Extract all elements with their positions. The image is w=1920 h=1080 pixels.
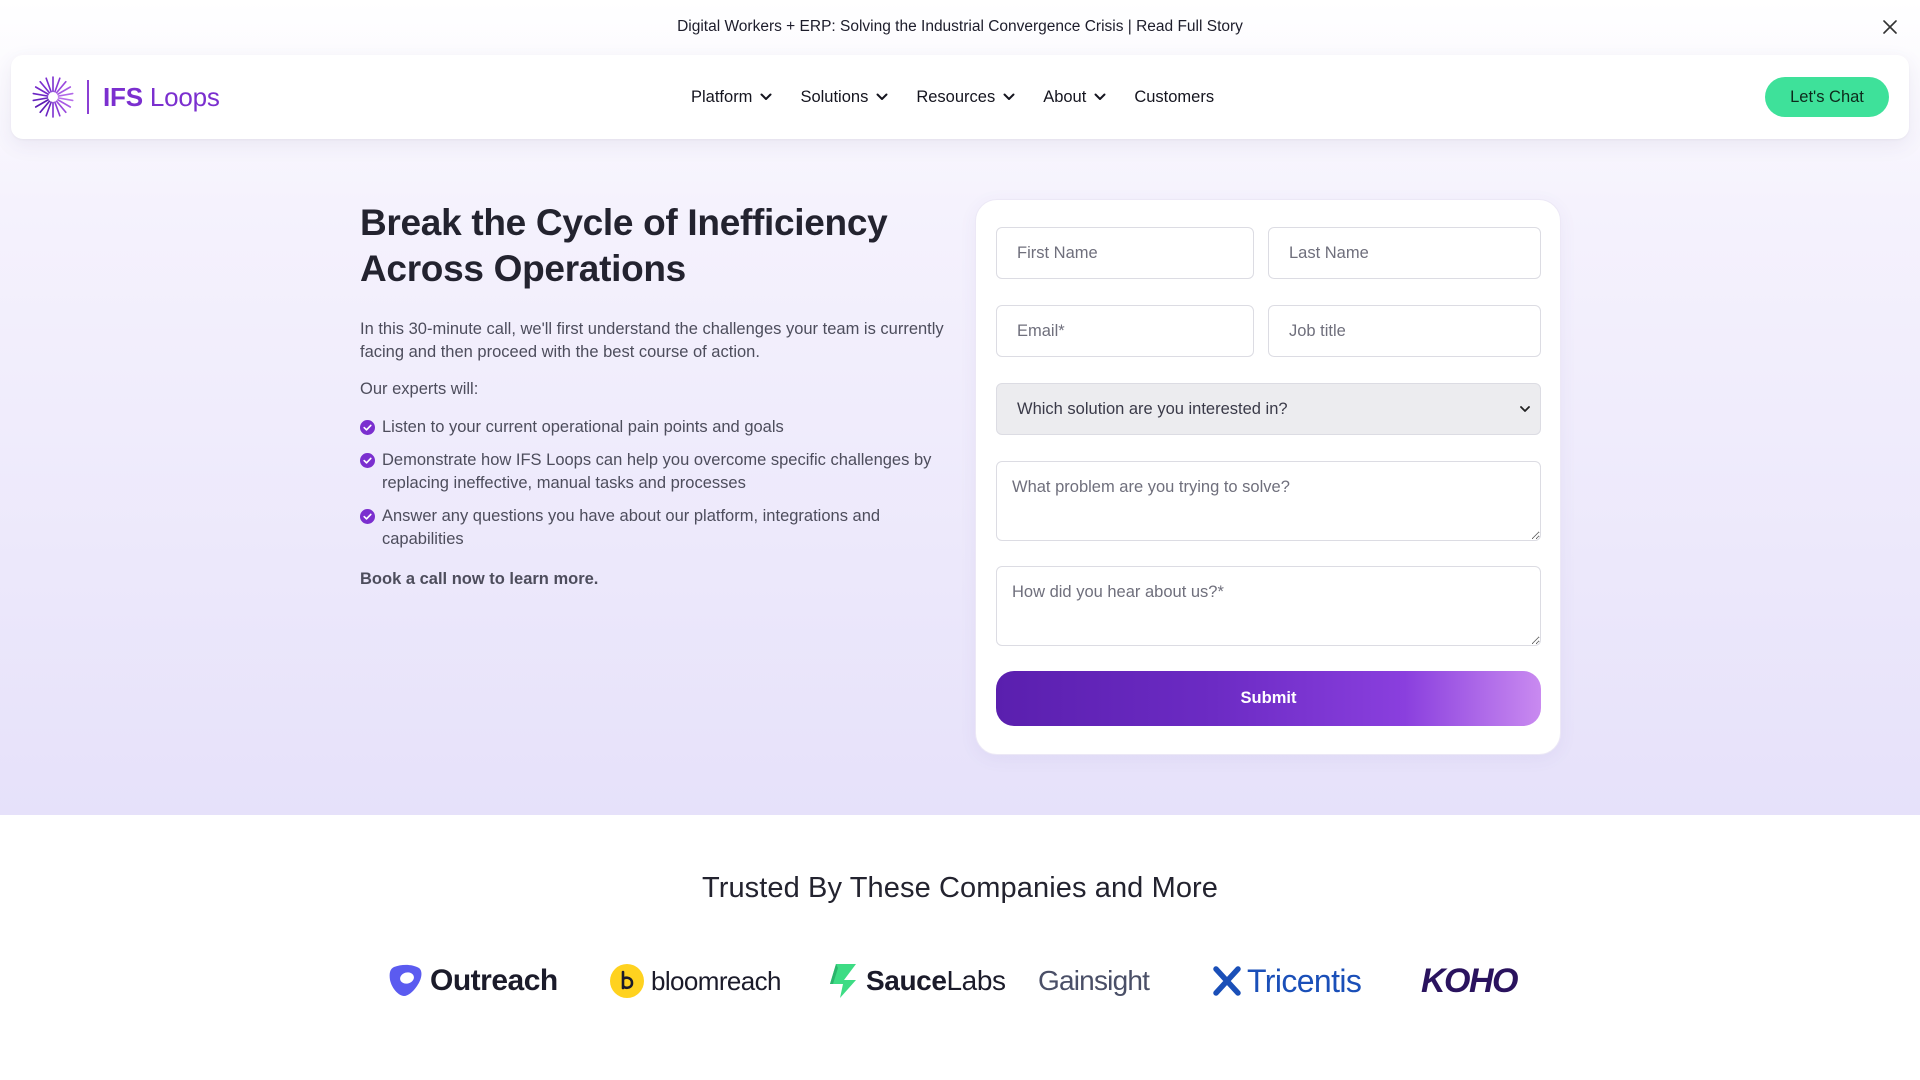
- logo-wordmark: IFS Loops: [103, 81, 220, 112]
- check-circle-icon: [360, 509, 375, 524]
- chevron-down-icon: [760, 93, 772, 100]
- close-icon[interactable]: [1876, 13, 1904, 41]
- bloomreach-logo: bloomreach: [609, 958, 781, 1004]
- nav-menu: Platform Solutions Resources About Custo…: [691, 55, 1214, 139]
- contact-form-card: Which solution are you interested in? Su…: [975, 199, 1561, 755]
- chevron-down-icon: [1094, 93, 1106, 100]
- chevron-down-icon: [1520, 405, 1530, 412]
- page-title: Break the Cycle of Inefficiency Across O…: [360, 202, 888, 289]
- bloomreach-b-icon: [610, 964, 644, 998]
- nav-item-solutions[interactable]: Solutions: [800, 88, 888, 107]
- nav-item-customers[interactable]: Customers: [1134, 88, 1214, 107]
- koho-logo: KOHO: [1421, 961, 1519, 1000]
- lets-chat-button[interactable]: Let's Chat: [1765, 77, 1889, 117]
- logo-divider: [87, 80, 89, 114]
- tricentis-x-icon: [1213, 966, 1241, 996]
- outreach-logo: Outreach: [388, 958, 558, 1004]
- customer-logos: Outreach bloomreach SauceLabs Gainsight …: [0, 958, 1920, 1004]
- list-item: Demonstrate how IFS Loops can help you o…: [360, 449, 950, 495]
- email-field[interactable]: [996, 305, 1254, 357]
- solution-select-value: Which solution are you interested in?: [1017, 399, 1288, 418]
- check-circle-icon: [360, 453, 375, 468]
- hear-about-us-textarea[interactable]: [996, 566, 1541, 646]
- first-name-field[interactable]: [996, 227, 1254, 279]
- ifs-loops-logo[interactable]: IFS Loops: [31, 73, 220, 121]
- chevron-down-icon: [876, 93, 888, 100]
- job-title-field[interactable]: [1268, 305, 1541, 357]
- nav-item-about[interactable]: About: [1043, 88, 1106, 107]
- hero-intro: In this 30-minute call, we'll first unde…: [360, 320, 944, 361]
- solution-select[interactable]: Which solution are you interested in?: [996, 383, 1541, 435]
- book-call-text: Book a call now to learn more.: [360, 570, 599, 588]
- loops-burst-icon: [32, 76, 74, 118]
- announcement-bar: Digital Workers + ERP: Solving the Indus…: [0, 0, 1920, 54]
- hero-content: Break the Cycle of Inefficiency Across O…: [360, 200, 950, 589]
- experts-label: Our experts will:: [360, 380, 479, 398]
- announcement-text[interactable]: Digital Workers + ERP: Solving the Indus…: [677, 18, 1243, 36]
- check-circle-icon: [360, 420, 375, 435]
- saucelabs-bolt-icon: [830, 964, 856, 998]
- outreach-shield-icon: [389, 964, 422, 996]
- list-item: Answer any questions you have about our …: [360, 505, 950, 551]
- saucelabs-logo: SauceLabs: [826, 958, 1006, 1004]
- gainsight-logo: Gainsight: [1038, 965, 1150, 996]
- last-name-field[interactable]: [1268, 227, 1541, 279]
- chevron-down-icon: [1003, 93, 1015, 100]
- submit-button[interactable]: Submit: [996, 671, 1541, 726]
- problem-textarea[interactable]: [996, 461, 1541, 541]
- main-navbar: IFS Loops Platform Solutions Resources A…: [11, 55, 1909, 139]
- nav-item-resources[interactable]: Resources: [916, 88, 1015, 107]
- list-item: Listen to your current operational pain …: [360, 416, 950, 439]
- experts-list: Listen to your current operational pain …: [360, 416, 950, 551]
- tricentis-logo: Tricentis: [1213, 958, 1362, 1004]
- nav-item-platform[interactable]: Platform: [691, 88, 772, 107]
- trusted-title: Trusted By These Companies and More: [701, 872, 1219, 904]
